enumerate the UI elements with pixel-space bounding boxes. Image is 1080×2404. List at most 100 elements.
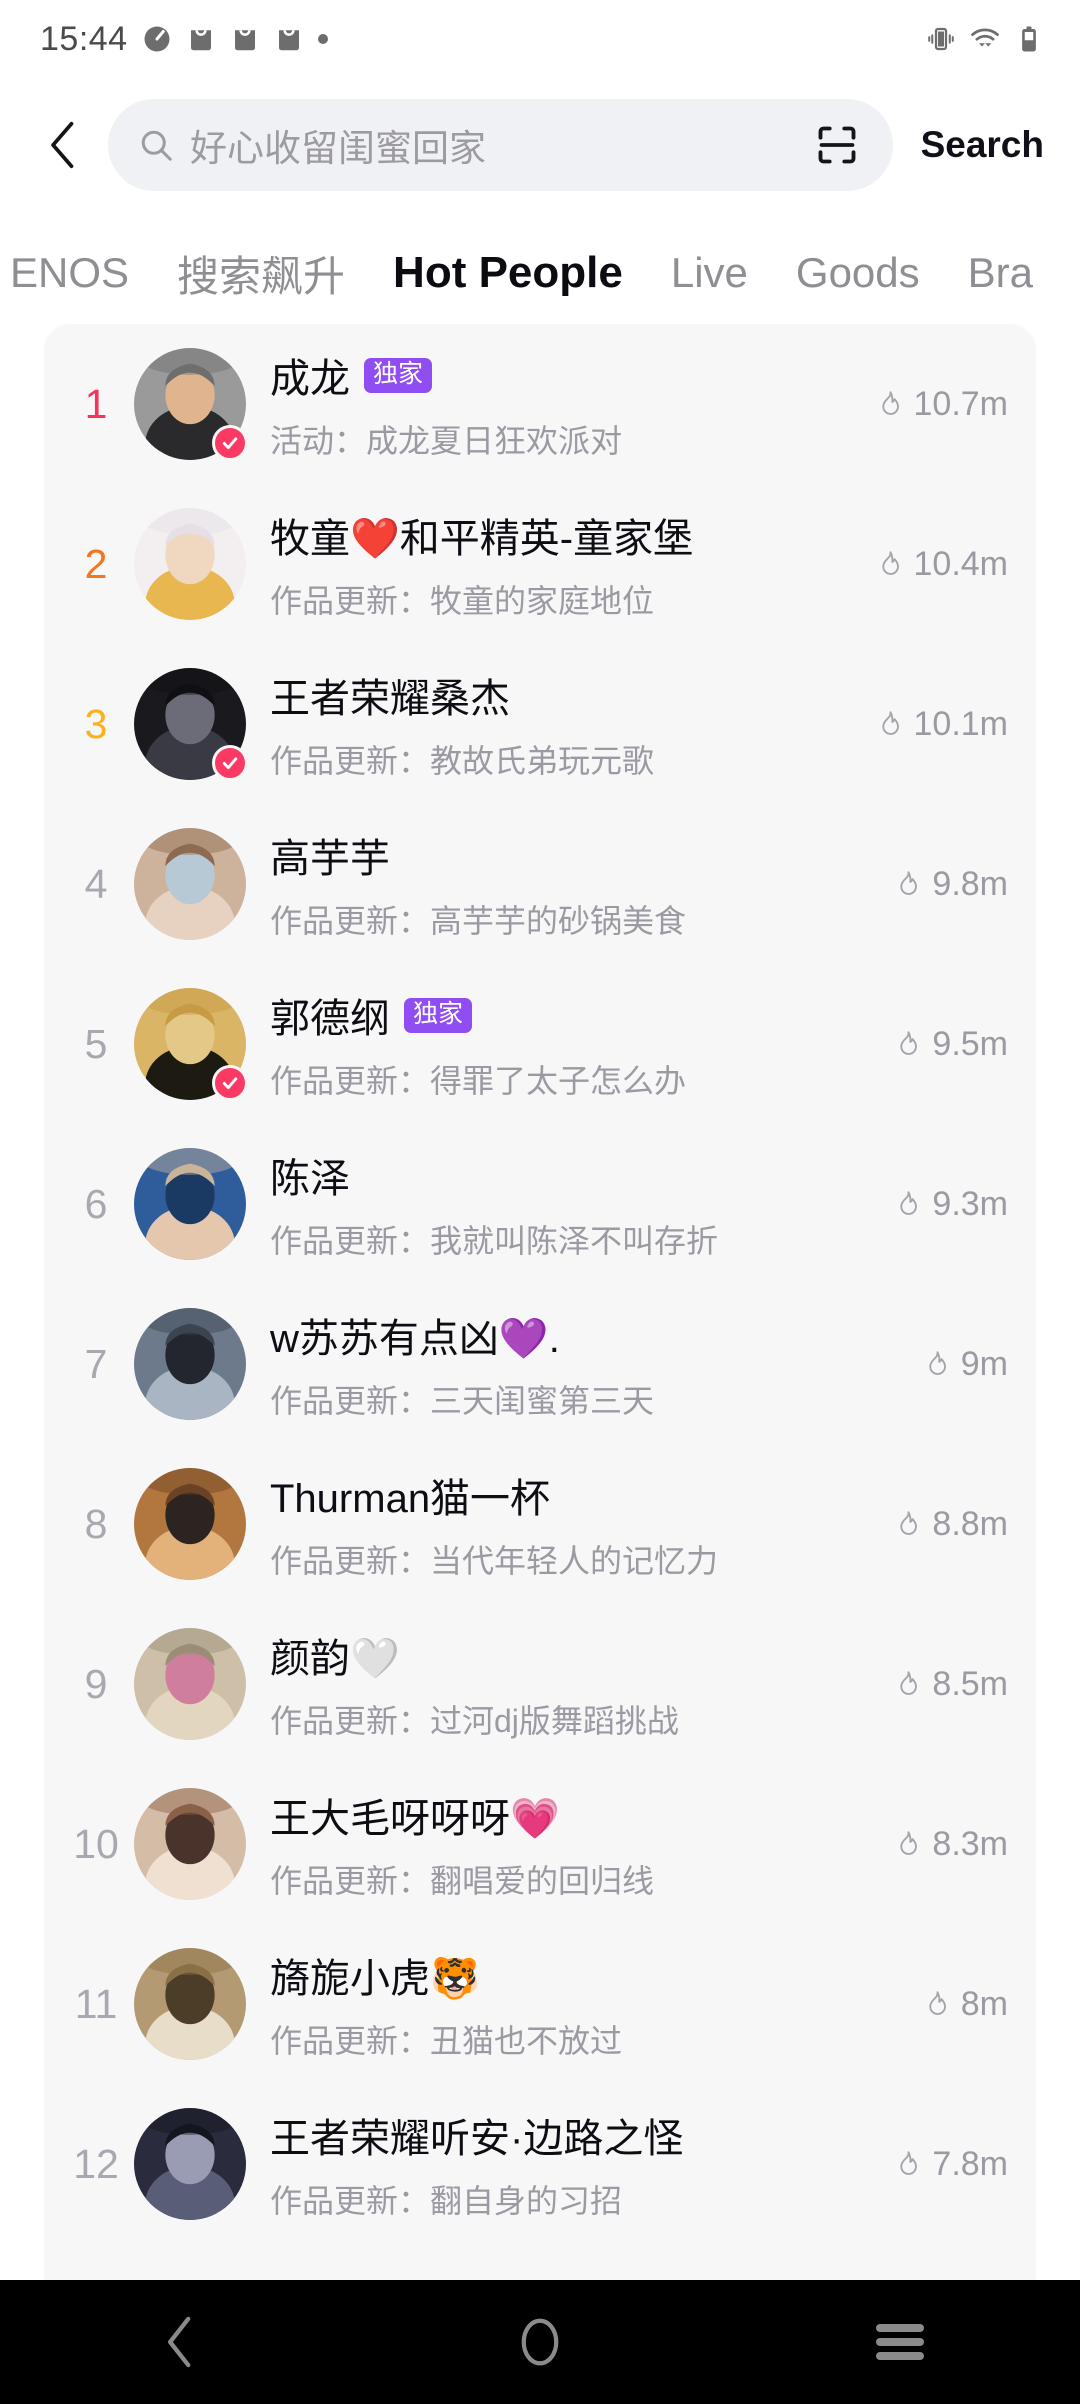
list-item[interactable]: 2 牧童❤️和平精英-童家堡 作品更新：牧童的家庭地位 10.4m (44, 484, 1036, 644)
list-item-text: w苏苏有点凶💜. 作品更新：三天闺蜜第三天 (270, 1306, 904, 1422)
category-tabs[interactable]: ENOS 搜索飙升 Hot People Live Goods Bra (0, 218, 1080, 328)
list-item[interactable]: 12 王者荣耀听安·边路之怪 作品更新：翻自身的习招 7.8m (44, 2084, 1036, 2244)
avatar[interactable] (134, 1468, 246, 1580)
avatar[interactable] (134, 2108, 246, 2220)
heat-value-group: 7.8m (875, 2145, 1008, 2184)
name-line: 成龙 独家 (270, 346, 857, 404)
heat-value-group: 9.5m (875, 1025, 1008, 1064)
avatar[interactable] (134, 1788, 246, 1900)
exclusive-badge: 独家 (404, 997, 473, 1033)
anime-dark-blue (134, 2108, 246, 2220)
tab-hot-people-label: Hot People (393, 248, 623, 297)
tab-trends[interactable]: ENOS (0, 249, 153, 297)
user-name[interactable]: 陈泽 (270, 1146, 350, 1204)
nav-back-button[interactable] (100, 2280, 260, 2404)
heat-value: 8m (960, 1984, 1008, 2023)
name-line: 王者荣耀桑杰 (270, 666, 857, 724)
anime-blue-hair (134, 1148, 246, 1260)
name-line: 颜韵🤍 (270, 1626, 875, 1684)
hot-people-list[interactable]: 1 成龙 独家 活动：成龙夏日狂欢派对 10.7m 2 牧童❤️和平精英-童家堡 作品更新：牧… (44, 324, 1036, 2280)
user-name[interactable]: 成龙 (270, 346, 350, 404)
back-button[interactable] (28, 105, 98, 185)
heat-value: 9.5m (932, 1024, 1008, 1063)
list-item[interactable]: 10 王大毛呀呀呀💗 作品更新：翻唱爱的回归线 8.3m (44, 1764, 1036, 1924)
avatar[interactable] (134, 1628, 246, 1740)
tab-search-rising[interactable]: 搜索飙升 (153, 243, 369, 304)
user-name[interactable]: 王者荣耀听安·边路之怪 (270, 2106, 683, 2164)
list-item[interactable]: 4 高芋芋 作品更新：高芋芋的砂锅美食 9.8m (44, 804, 1036, 964)
avatar[interactable] (134, 1308, 246, 1420)
heat-value-group: 9.3m (875, 1185, 1008, 1224)
heat-value: 10.7m (913, 384, 1009, 423)
tab-live[interactable]: Live (647, 249, 772, 297)
avatar[interactable] (134, 1948, 246, 2060)
list-item-text: 王者荣耀桑杰作品更新：教故氏弟玩元歌 (270, 666, 857, 782)
user-name[interactable]: 郭德纲 (270, 986, 390, 1044)
flame-icon (900, 2151, 918, 2175)
flame-icon (929, 1991, 946, 2015)
item-subtitle: 作品更新：得罪了太子怎么办 (270, 1063, 687, 1099)
name-line: 王大毛呀呀呀💗 (270, 1786, 875, 1844)
young-woman-photo (134, 828, 246, 940)
search-input-value[interactable]: 好心收留闺蜜回家 (190, 118, 799, 172)
list-item-text: 牧童❤️和平精英-童家堡 作品更新：牧童的家庭地位 (270, 506, 857, 622)
item-subtitle: 作品更新：翻唱爱的回归线 (270, 1863, 655, 1899)
rank-number: 2 (84, 540, 108, 587)
rank-number: 8 (84, 1500, 108, 1547)
user-name[interactable]: 旖旎小虎🐯 (270, 1946, 480, 2004)
list-item[interactable]: 9 颜韵🤍 作品更新：过河dj版舞蹈挑战 8.5m (44, 1604, 1036, 1764)
list-item-text: Thurman猫一杯作品更新：当代年轻人的记忆力 (270, 1466, 875, 1582)
avatar[interactable] (134, 668, 248, 781)
heat-value-group: 8.3m (875, 1825, 1008, 1864)
scan-icon[interactable] (815, 123, 859, 167)
nav-back-icon (167, 2316, 191, 2368)
user-name[interactable]: Thurman猫一杯 (270, 1466, 550, 1524)
list-item[interactable]: 11 旖旎小虎🐯 作品更新：丑猫也不放过 8m (44, 1924, 1036, 2084)
avatar[interactable] (134, 348, 248, 461)
list-item-text: 王大毛呀呀呀💗 作品更新：翻唱爱的回归线 (270, 1786, 875, 1902)
item-subtitle: 作品更新：教故氏弟玩元歌 (270, 743, 655, 779)
heat-value-group: 8.5m (875, 1665, 1008, 1704)
list-item[interactable]: 7 w苏苏有点凶💜. 作品更新：三天闺蜜第三天 9m (44, 1284, 1036, 1444)
search-input[interactable]: 好心收留闺蜜回家 (108, 99, 893, 191)
item-subtitle: 作品更新：高芋芋的砂锅美食 (270, 903, 687, 939)
name-line: 高芋芋 (270, 826, 875, 884)
rank-number: 3 (84, 700, 108, 747)
avatar[interactable] (134, 828, 246, 940)
user-name[interactable]: 颜韵🤍 (270, 1626, 400, 1684)
user-name[interactable]: 王大毛呀呀呀💗 (270, 1786, 560, 1844)
nav-home-button[interactable] (460, 2280, 620, 2404)
avatar-image (134, 1148, 246, 1260)
tab-hot-people[interactable]: Hot People (369, 248, 647, 298)
item-subtitle: 作品更新：当代年轻人的记忆力 (270, 1543, 719, 1579)
heat-value-group: 10.4m (857, 545, 1008, 584)
user-name[interactable]: 牧童❤️和平精英-童家堡 (270, 506, 693, 564)
tab-goods[interactable]: Goods (772, 249, 944, 297)
avatar[interactable] (134, 988, 248, 1101)
heat-value-group: 8m (904, 1985, 1008, 2024)
list-item[interactable]: 6 陈泽 作品更新：我就叫陈泽不叫存折 9.3m (44, 1124, 1036, 1284)
list-item[interactable]: 8 Thurman猫一杯 作品更新：当代年轻人的记忆力 8.8m (44, 1444, 1036, 1604)
list-item[interactable]: 3 王者荣耀桑杰 作品更新：教故氏弟玩元歌 10.1m (44, 644, 1036, 804)
flame-icon (900, 1031, 918, 1055)
search-button[interactable]: Search (903, 124, 1058, 166)
avatar-image (134, 1948, 246, 2060)
name-line: w苏苏有点凶💜. (270, 1306, 904, 1364)
list-item[interactable]: 1 成龙 独家 活动：成龙夏日狂欢派对 10.7m (44, 324, 1036, 484)
avatar[interactable] (134, 508, 246, 620)
item-subtitle: 作品更新：丑猫也不放过 (270, 2023, 623, 2059)
avatar[interactable] (134, 1148, 246, 1260)
nav-recents-button[interactable] (820, 2280, 980, 2404)
list-item-text: 高芋芋作品更新：高芋芋的砂锅美食 (270, 826, 875, 942)
user-name[interactable]: 王者荣耀桑杰 (270, 666, 510, 724)
vibrate-icon (928, 27, 954, 51)
avatar-image (134, 2108, 246, 2220)
user-name[interactable]: w苏苏有点凶💜. (270, 1306, 560, 1364)
user-name[interactable]: 高芋芋 (270, 826, 390, 884)
check-icon (222, 1077, 238, 1089)
list-item[interactable]: 5 郭德纲 独家 作品更新：得罪了太子怎么办 9.5m (44, 964, 1036, 1124)
dot-icon (317, 34, 328, 44)
heat-value-group: 8.8m (875, 1505, 1008, 1544)
tab-brands[interactable]: Bra (944, 249, 1057, 297)
list-item-text: 颜韵🤍 作品更新：过河dj版舞蹈挑战 (270, 1626, 875, 1742)
